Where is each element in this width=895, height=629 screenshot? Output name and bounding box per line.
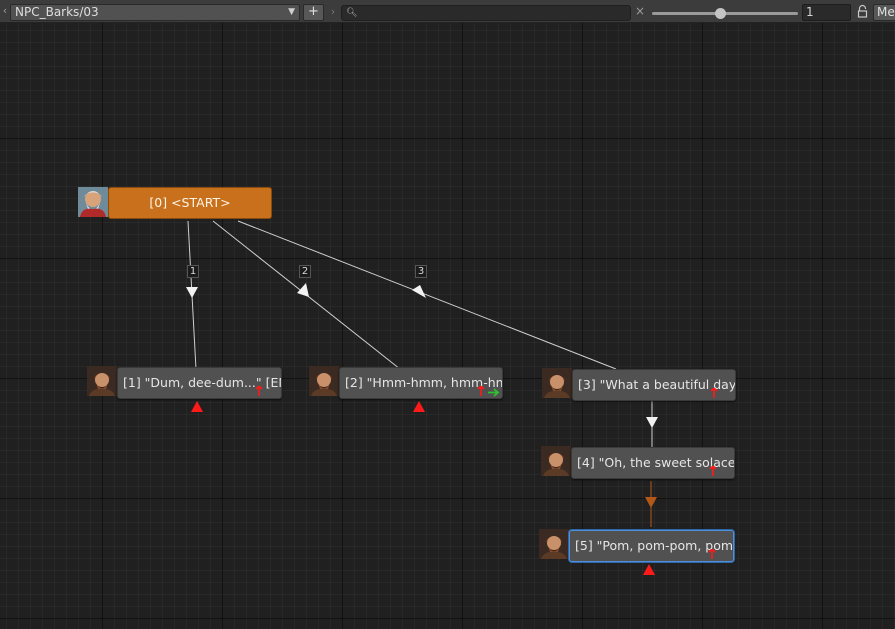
start-node-label: [0] <START> <box>149 195 231 210</box>
exit-port-icon[interactable] <box>413 401 425 412</box>
npc-portrait-avatar <box>541 446 571 476</box>
add-button[interactable]: + <box>303 4 324 21</box>
zoom-field[interactable]: 1 <box>802 4 851 21</box>
dialogue-graph-canvas[interactable]: 1 2 3 [0] <START> [1] "Dum, dee-dum..." … <box>0 23 895 629</box>
npc-portrait-avatar <box>309 366 339 396</box>
asset-dropdown[interactable]: NPC_Barks/03 ▼ <box>10 4 300 21</box>
npc-portrait-avatar <box>539 529 569 559</box>
link-arrow-icon <box>488 388 500 397</box>
npc-portrait-avatar <box>78 187 108 217</box>
end-marker-icon <box>710 388 718 398</box>
exit-port-icon[interactable] <box>643 564 655 575</box>
breadcrumb-separator-icon: › <box>330 5 336 18</box>
end-marker-icon <box>708 549 716 559</box>
edge-label-3: 3 <box>415 265 427 278</box>
nav-back-icon[interactable]: ‹ <box>0 4 10 18</box>
connection-arrow-icon <box>646 417 658 428</box>
connection-arrow-icon <box>297 283 309 297</box>
end-marker-icon <box>477 386 485 396</box>
end-marker-icon <box>709 466 717 476</box>
npc-portrait-avatar <box>542 368 572 398</box>
zoom-slider-handle[interactable] <box>715 8 726 19</box>
lock-icon[interactable] <box>856 4 869 19</box>
search-input[interactable]: 🔍︎ <box>341 5 631 21</box>
connection-lines <box>186 220 658 527</box>
search-icon: 🔍︎ <box>346 8 358 18</box>
clear-search-icon[interactable]: × <box>634 4 646 19</box>
dropdown-arrow-icon: ▼ <box>288 7 295 17</box>
menu-button[interactable]: Me <box>873 4 895 21</box>
start-node[interactable]: [0] <START> <box>108 187 272 219</box>
edge-label-2: 2 <box>299 265 311 278</box>
graph-toolbar: ‹ NPC_Barks/03 ▼ + › 🔍︎ × 1 Me <box>0 0 895 23</box>
connection-arrow-icon <box>412 285 426 298</box>
npc-portrait-avatar <box>87 366 117 396</box>
edge-label-1: 1 <box>187 265 199 278</box>
connection-0-3 <box>237 220 617 370</box>
exit-port-icon[interactable] <box>191 401 203 412</box>
connection-arrow-icon <box>186 287 198 298</box>
end-marker-icon <box>255 386 263 396</box>
sequence-arrow-icon <box>645 497 657 508</box>
asset-name: NPC_Barks/03 <box>15 5 99 19</box>
